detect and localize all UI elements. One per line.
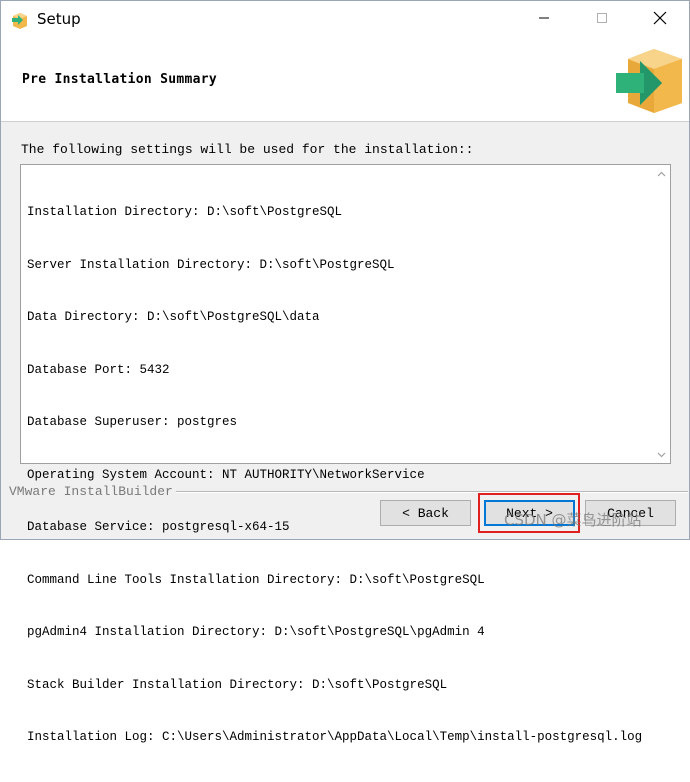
close-button[interactable] xyxy=(631,1,689,39)
close-icon xyxy=(653,11,667,30)
summary-text: Installation Directory: D:\soft\PostgreS… xyxy=(27,169,647,782)
summary-line: Data Directory: D:\soft\PostgreSQL\data xyxy=(27,310,320,324)
summary-line: Database Port: 5432 xyxy=(27,362,170,377)
watermark: CSDN @菜鸟进阶站 xyxy=(504,511,642,529)
wizard-header: Pre Installation Summary xyxy=(1,39,689,122)
summary-line: Stack Builder Installation Directory: D:… xyxy=(27,677,448,692)
setup-box-arrow-icon xyxy=(10,10,30,30)
vertical-scrollbar[interactable] xyxy=(653,165,670,463)
maximize-icon xyxy=(596,11,608,29)
minimize-button[interactable] xyxy=(515,1,573,39)
summary-line: Database Superuser: postgres xyxy=(27,415,238,429)
summary-intro: The following settings will be used for … xyxy=(21,142,474,157)
summary-line: Server Installation Directory: D:\soft\P… xyxy=(27,257,395,272)
box-arrow-logo-icon xyxy=(614,45,686,115)
summary-line: Installation Directory: D:\soft\PostgreS… xyxy=(27,205,343,219)
title-bar[interactable]: Setup xyxy=(1,1,689,39)
footer-divider xyxy=(176,491,688,493)
summary-line: pgAdmin4 Installation Directory: D:\soft… xyxy=(27,625,485,639)
scroll-up-icon[interactable] xyxy=(653,165,670,182)
summary-line: Installation Log: C:\Users\Administrator… xyxy=(27,730,643,744)
setup-window: Setup Pre Installation Summary The follo… xyxy=(0,0,690,744)
maximize-button[interactable] xyxy=(573,1,631,39)
installer-brand: VMware InstallBuilder xyxy=(9,484,173,499)
summary-line: Operating System Account: NT AUTHORITY\N… xyxy=(27,467,425,482)
scroll-down-icon[interactable] xyxy=(653,446,670,463)
minimize-icon xyxy=(538,11,550,29)
back-button[interactable]: < Back xyxy=(380,500,471,526)
window-title: Setup xyxy=(37,10,81,28)
page-title: Pre Installation Summary xyxy=(22,72,218,87)
summary-textarea[interactable]: Installation Directory: D:\soft\PostgreS… xyxy=(20,164,671,744)
summary-line: Command Line Tools Installation Director… xyxy=(27,572,485,587)
